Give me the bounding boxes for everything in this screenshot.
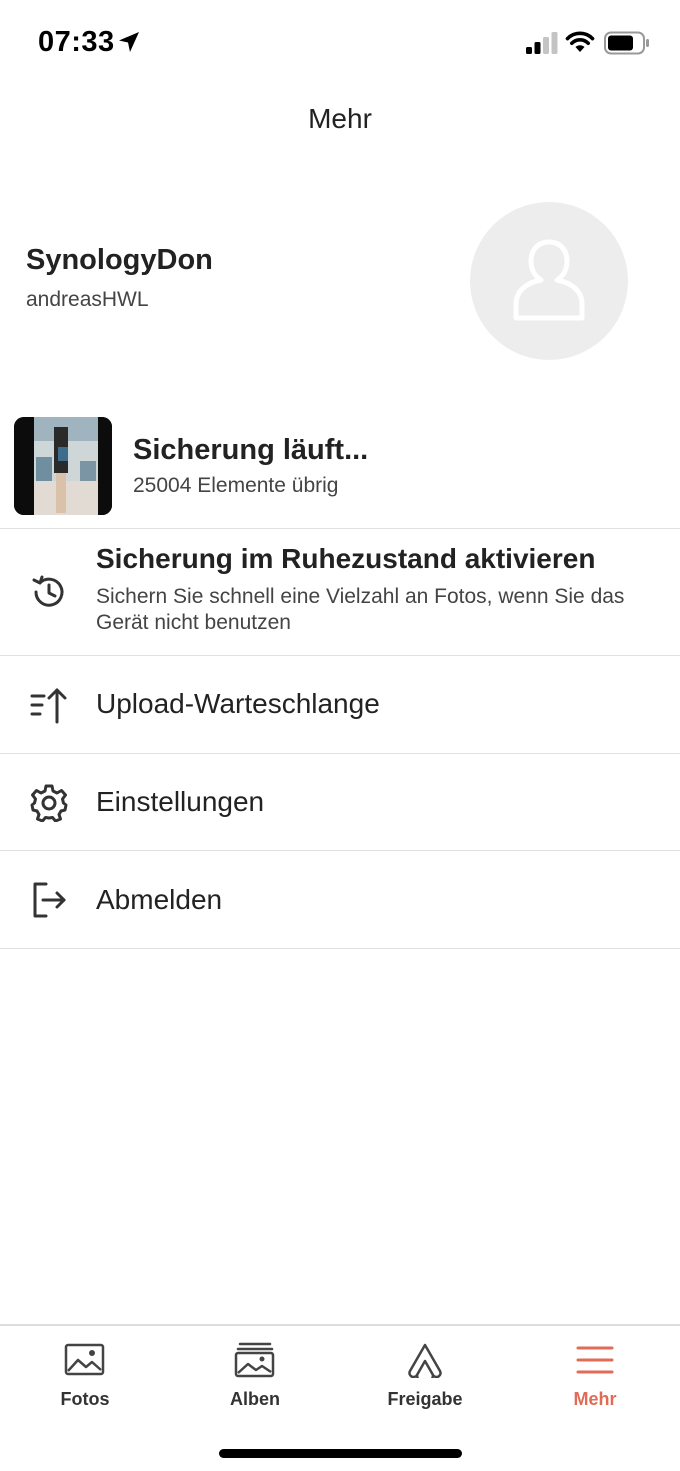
backup-remaining: 25004 Elemente übrig <box>133 474 339 497</box>
bottom-tab-bar: Fotos Alben Freigabe Mehr <box>0 1324 680 1471</box>
tab-alben[interactable]: Alben <box>170 1326 340 1426</box>
share-icon <box>408 1343 442 1378</box>
server-name: SynologyDon <box>26 244 213 276</box>
tab-freigabe-label: Freigabe <box>387 1389 463 1409</box>
home-indicator[interactable] <box>219 1449 462 1458</box>
sleep-backup-description: Sichern Sie schnell eine Vielzahl an Fot… <box>96 585 625 634</box>
sleep-backup-title: Sicherung im Ruhezustand aktivieren <box>96 543 596 574</box>
tab-mehr-label: Mehr <box>573 1389 617 1409</box>
page-title: Mehr <box>308 103 372 134</box>
upload-queue-item[interactable]: Upload-Warteschlange <box>0 656 680 753</box>
albums-icon <box>234 1342 275 1378</box>
settings-item[interactable]: Einstellungen <box>0 754 680 850</box>
avatar[interactable] <box>470 202 628 360</box>
sleep-backup-item[interactable]: Sicherung im Ruhezustand aktivieren Sich… <box>0 529 680 655</box>
battery-icon <box>604 31 649 55</box>
tab-mehr[interactable]: Mehr <box>510 1326 680 1426</box>
gear-icon <box>30 784 68 822</box>
status-bar: 07:33 <box>0 0 680 84</box>
wifi-icon <box>565 31 595 52</box>
divider <box>0 948 680 949</box>
account-name: andreasHWL <box>26 288 149 311</box>
backup-thumbnail <box>14 417 112 515</box>
backup-status[interactable]: Sicherung läuft... 25004 Elemente übrig <box>0 414 680 528</box>
photo-icon <box>64 1343 105 1376</box>
menu-icon <box>576 1346 614 1374</box>
backup-photo-preview <box>14 417 112 515</box>
more-screen: 07:33 Mehr SynologyDon andreasHWL Sicher… <box>0 0 680 1471</box>
logout-item[interactable]: Abmelden <box>0 851 680 948</box>
tab-fotos-label: Fotos <box>60 1389 110 1409</box>
tab-fotos[interactable]: Fotos <box>0 1326 170 1426</box>
cellular-signal-icon <box>526 32 558 54</box>
upload-queue-label: Upload-Warteschlange <box>96 688 380 719</box>
logout-icon <box>33 882 66 918</box>
tab-alben-label: Alben <box>229 1389 280 1409</box>
status-time: 07:33 <box>38 26 115 58</box>
backup-title: Sicherung läuft... <box>133 434 369 466</box>
tab-freigabe[interactable]: Freigabe <box>340 1326 510 1426</box>
location-arrow-icon <box>119 32 139 52</box>
user-placeholder-icon <box>513 239 585 321</box>
history-icon <box>32 575 64 607</box>
logout-label: Abmelden <box>96 884 223 915</box>
upload-queue-icon <box>30 688 67 724</box>
settings-label: Einstellungen <box>96 786 265 817</box>
